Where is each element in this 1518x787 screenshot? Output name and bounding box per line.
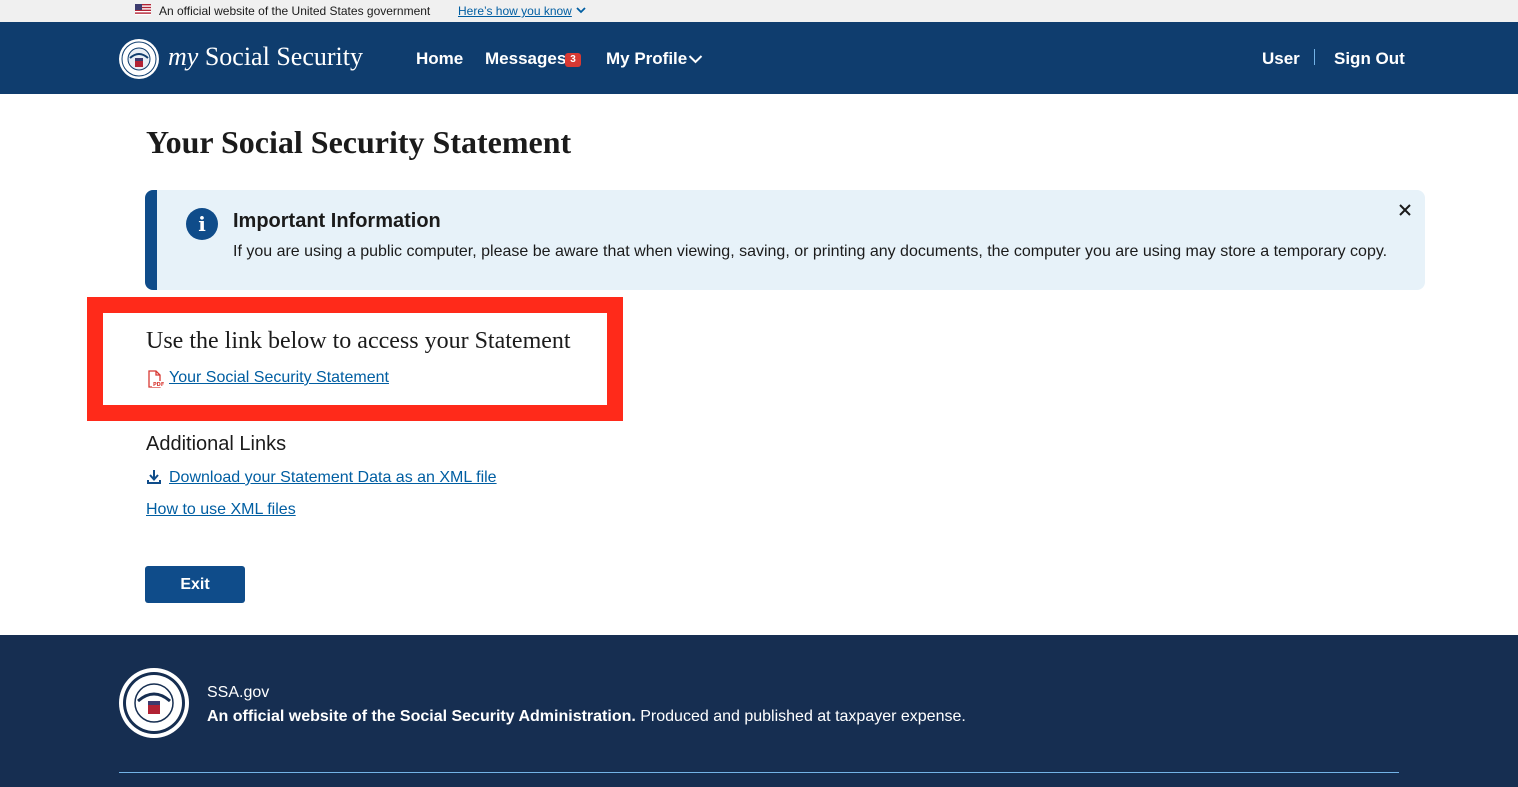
us-flag-icon [135, 4, 151, 15]
footer-site-name: SSA.gov [207, 684, 270, 701]
page-title: Your Social Security Statement [146, 124, 572, 160]
chevron-down-icon[interactable] [688, 54, 703, 64]
footer-official-bold: An official website of the Social Securi… [207, 708, 636, 725]
how-to-use-xml-link[interactable]: How to use XML files [146, 501, 296, 519]
alert-body: If you are using a public computer, plea… [233, 243, 1388, 260]
highlight-box [87, 297, 623, 421]
alert-title: Important Information [233, 210, 441, 232]
nav-divider [1314, 48, 1316, 66]
site-footer: SSA.gov An official website of the Socia… [0, 635, 1518, 787]
logo-social-security: Social Security [204, 42, 363, 71]
gov-banner: An official website of the United States… [0, 0, 1518, 22]
heres-how-you-know-link[interactable]: Here’s how you know [458, 4, 572, 18]
ssa-seal-icon[interactable] [118, 38, 160, 80]
site-header: my Social Security Home Messages 3 My Pr… [0, 22, 1518, 94]
download-xml-link[interactable]: Download your Statement Data as an XML f… [169, 469, 497, 487]
close-icon[interactable] [1397, 202, 1413, 218]
statement-pdf-link[interactable]: Your Social Security Statement [169, 369, 389, 387]
svg-text:PDF: PDF [153, 382, 164, 388]
important-info-alert: i Important Information If you are using… [145, 190, 1425, 290]
pdf-icon: PDF [148, 370, 164, 388]
gov-banner-text: An official website of the United States… [159, 4, 431, 18]
messages-count-badge: 3 [565, 53, 581, 67]
footer-official-rest: Produced and published at taxpayer expen… [635, 708, 966, 725]
nav-my-profile[interactable]: My Profile [606, 49, 687, 69]
footer-divider [119, 772, 1399, 773]
ssa-seal-icon [119, 668, 189, 738]
info-icon: i [186, 208, 218, 240]
exit-button[interactable]: Exit [145, 566, 245, 603]
my-social-security-logo[interactable]: my Social Security [168, 42, 363, 72]
statement-heading: Use the link below to access your Statem… [146, 328, 571, 354]
nav-user[interactable]: User [1262, 49, 1300, 69]
nav-home[interactable]: Home [416, 49, 463, 69]
nav-messages[interactable]: Messages [485, 49, 566, 69]
logo-my: my [168, 42, 199, 71]
sign-out-link[interactable]: Sign Out [1334, 49, 1405, 69]
footer-official-text: An official website of the Social Securi… [207, 708, 966, 726]
chevron-down-icon[interactable] [576, 6, 586, 14]
download-icon [147, 470, 161, 484]
additional-links-heading: Additional Links [146, 433, 287, 455]
